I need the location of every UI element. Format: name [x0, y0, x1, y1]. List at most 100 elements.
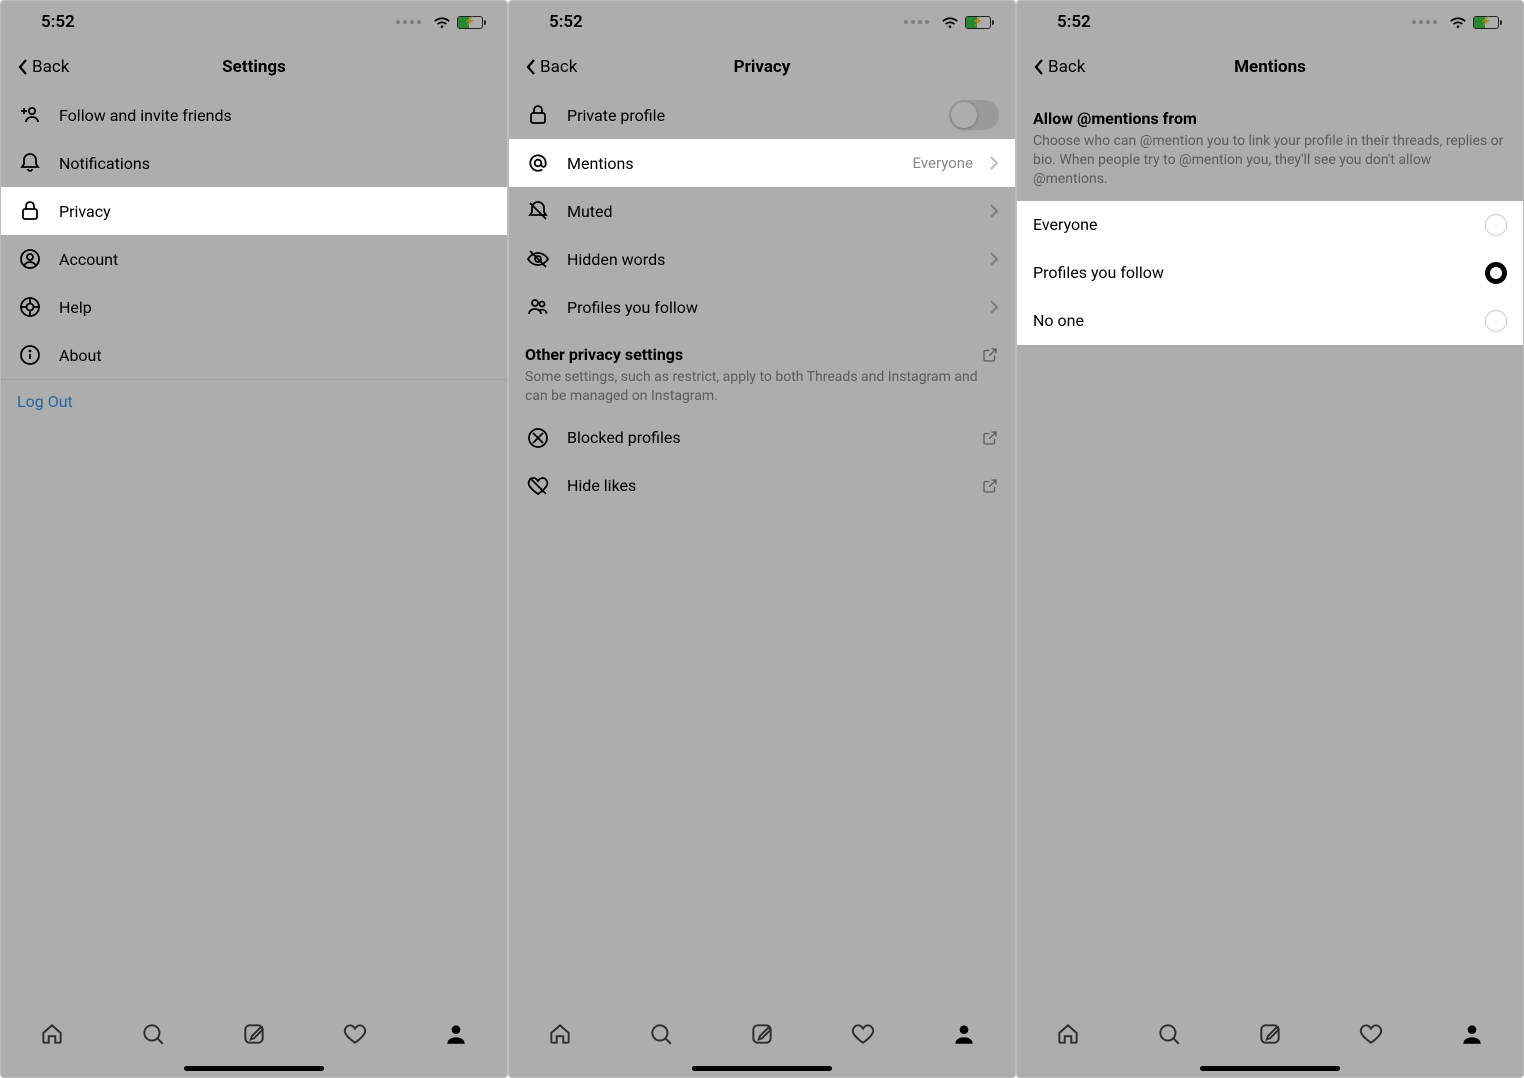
chevron-right-icon — [989, 203, 999, 219]
home-icon — [547, 1021, 573, 1047]
tab-home[interactable] — [546, 1020, 574, 1048]
tab-activity[interactable] — [849, 1020, 877, 1048]
status-icons: ⚡ — [1412, 15, 1499, 29]
home-indicator — [184, 1066, 324, 1071]
privacy-row-hide-likes[interactable]: Hide likes — [509, 462, 1015, 510]
signal-dots-icon — [904, 20, 929, 24]
add-user-icon — [17, 103, 43, 127]
status-icons: ⚡ — [904, 15, 991, 29]
status-bar: 5:52 ⚡ — [1017, 1, 1523, 43]
settings-item-help[interactable]: Help — [1, 283, 507, 331]
private-profile-toggle[interactable] — [949, 100, 999, 130]
back-button[interactable]: Back — [17, 57, 69, 77]
privacy-row-mentions[interactable]: Mentions Everyone — [509, 139, 1015, 187]
tab-search[interactable] — [647, 1020, 675, 1048]
settings-item-account[interactable]: Account — [1, 235, 507, 283]
chevron-right-icon — [989, 299, 999, 315]
chevron-left-icon — [525, 58, 537, 76]
page-title: Mentions — [1234, 57, 1306, 77]
heart-off-icon — [525, 474, 551, 498]
tab-compose[interactable] — [1256, 1020, 1284, 1048]
profile-icon — [951, 1021, 977, 1047]
battery-icon: ⚡ — [457, 16, 483, 29]
privacy-row-private-profile[interactable]: Private profile — [509, 91, 1015, 139]
chevron-right-icon — [989, 251, 999, 267]
row-label: Profiles you follow — [567, 298, 973, 317]
tab-home[interactable] — [1054, 1020, 1082, 1048]
back-label: Back — [540, 57, 577, 77]
settings-screen: 5:52 ⚡ Back Settings Follow and invite f… — [0, 0, 508, 1078]
settings-item-privacy[interactable]: Privacy — [1, 187, 507, 235]
external-link-icon — [981, 346, 999, 364]
battery-icon: ⚡ — [965, 16, 991, 29]
settings-item-about[interactable]: About — [1, 331, 507, 379]
tab-profile[interactable] — [442, 1020, 470, 1048]
tab-activity[interactable] — [1357, 1020, 1385, 1048]
mentions-option-everyone[interactable]: Everyone — [1017, 201, 1523, 249]
home-indicator — [1200, 1066, 1340, 1071]
status-bar: 5:52 ⚡ — [1, 1, 507, 43]
settings-item-follow-invite[interactable]: Follow and invite friends — [1, 91, 507, 139]
user-circle-icon — [17, 247, 43, 271]
mentions-screen: 5:52 ⚡ Back Mentions Allow @mentions fro… — [1016, 0, 1524, 1078]
signal-dots-icon — [396, 20, 421, 24]
privacy-row-hidden-words[interactable]: Hidden words — [509, 235, 1015, 283]
row-label: Private profile — [567, 106, 933, 125]
status-time: 5:52 — [549, 12, 583, 32]
settings-item-label: Privacy — [59, 202, 491, 221]
wifi-icon — [941, 15, 959, 29]
row-value: Everyone — [913, 154, 973, 172]
tab-compose[interactable] — [748, 1020, 776, 1048]
tab-home[interactable] — [38, 1020, 66, 1048]
settings-item-label: Help — [59, 298, 491, 317]
page-title: Privacy — [734, 57, 791, 77]
settings-item-notifications[interactable]: Notifications — [1, 139, 507, 187]
logout-button[interactable]: Log Out — [1, 380, 507, 423]
mentions-options: Everyone Profiles you follow No one — [1017, 201, 1523, 345]
nav-header: Back Mentions — [1017, 43, 1523, 91]
page-title: Settings — [222, 57, 286, 77]
option-label: No one — [1033, 311, 1469, 330]
mentions-option-profiles-follow[interactable]: Profiles you follow — [1017, 249, 1523, 297]
info-icon — [17, 343, 43, 367]
at-icon — [525, 151, 551, 175]
tab-profile[interactable] — [1458, 1020, 1486, 1048]
mentions-option-no-one[interactable]: No one — [1017, 297, 1523, 345]
compose-icon — [241, 1021, 267, 1047]
bell-icon — [17, 151, 43, 175]
tab-search[interactable] — [139, 1020, 167, 1048]
row-label: Hide likes — [567, 476, 965, 495]
signal-dots-icon — [1412, 20, 1437, 24]
heart-icon — [342, 1021, 368, 1047]
other-privacy-subtext: Some settings, such as restrict, apply t… — [509, 366, 1015, 414]
privacy-row-muted[interactable]: Muted — [509, 187, 1015, 235]
back-button[interactable]: Back — [1033, 57, 1085, 77]
block-icon — [525, 426, 551, 450]
tab-compose[interactable] — [240, 1020, 268, 1048]
radio-selected-icon — [1485, 262, 1507, 284]
privacy-row-blocked[interactable]: Blocked profiles — [509, 414, 1015, 462]
back-button[interactable]: Back — [525, 57, 577, 77]
heart-icon — [850, 1021, 876, 1047]
help-icon — [17, 295, 43, 319]
profile-icon — [443, 1021, 469, 1047]
tab-search[interactable] — [1155, 1020, 1183, 1048]
settings-item-label: Notifications — [59, 154, 491, 173]
battery-icon: ⚡ — [1473, 16, 1499, 29]
row-label: Muted — [567, 202, 973, 221]
option-label: Profiles you follow — [1033, 263, 1469, 282]
privacy-row-profiles-follow[interactable]: Profiles you follow — [509, 283, 1015, 331]
wifi-icon — [1449, 15, 1467, 29]
tab-profile[interactable] — [950, 1020, 978, 1048]
compose-icon — [1257, 1021, 1283, 1047]
row-label: Hidden words — [567, 250, 973, 269]
search-icon — [1156, 1021, 1182, 1047]
search-icon — [648, 1021, 674, 1047]
nav-header: Back Privacy — [509, 43, 1015, 91]
radio-icon — [1485, 310, 1507, 332]
tab-activity[interactable] — [341, 1020, 369, 1048]
nav-header: Back Settings — [1, 43, 507, 91]
lock-icon — [525, 103, 551, 127]
other-privacy-header[interactable]: Other privacy settings — [509, 331, 1015, 366]
status-icons: ⚡ — [396, 15, 483, 29]
